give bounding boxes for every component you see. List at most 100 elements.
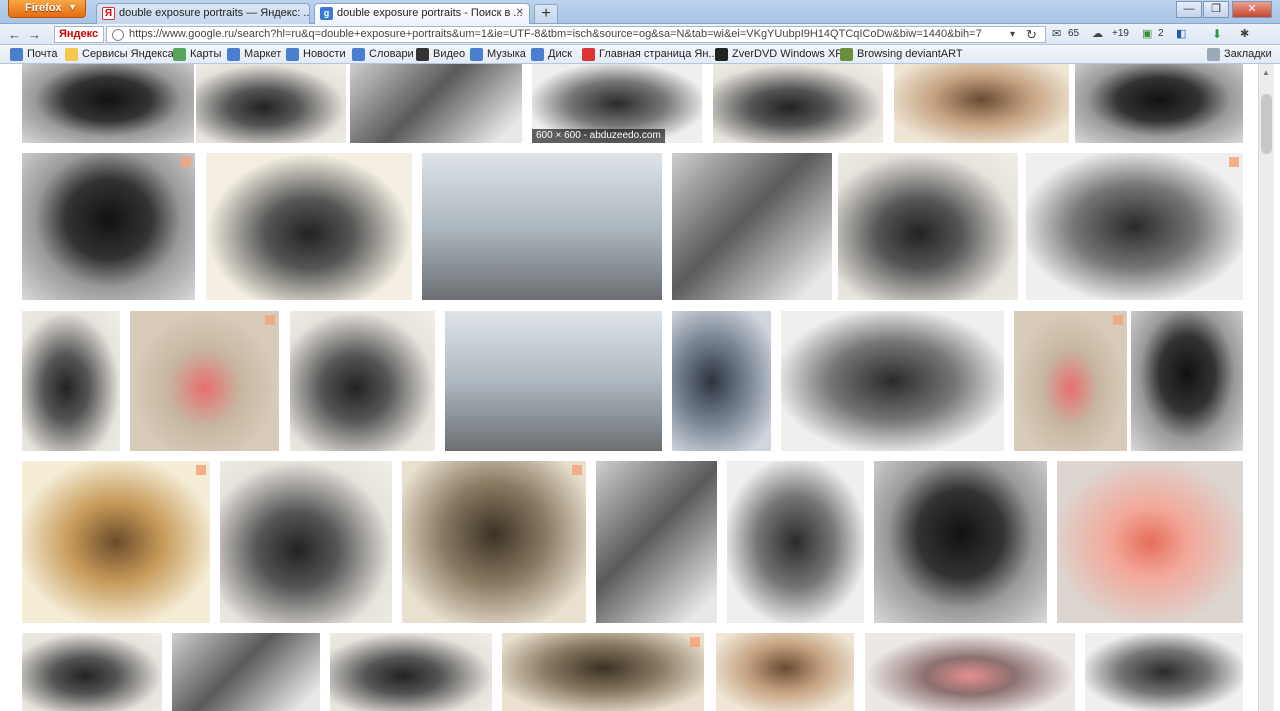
bookmark-disk[interactable]: Диск (531, 48, 572, 61)
mail-icon[interactable]: ✉ (1052, 27, 1061, 42)
image-result[interactable] (894, 64, 1069, 143)
image-result[interactable] (22, 153, 195, 300)
bookmark-music[interactable]: Музыка (470, 48, 526, 61)
image-result[interactable] (445, 311, 662, 451)
tab-google-images[interactable]: g double exposure portraits - Поиск в ..… (314, 3, 530, 24)
minimize-button[interactable]: — (1176, 1, 1202, 18)
source-badge (181, 157, 191, 167)
image-result[interactable] (874, 461, 1047, 623)
image-result[interactable] (130, 311, 279, 451)
bookmark-services[interactable]: Сервисы Яндекса (65, 48, 174, 61)
bookmark-yandex-home[interactable]: Главная страница Ян... (582, 48, 718, 61)
forward-arrow-icon[interactable]: → (28, 27, 41, 42)
mail-icon (10, 48, 23, 61)
image-result[interactable] (22, 461, 210, 623)
image-result[interactable] (727, 461, 864, 623)
tab-title: double exposure portraits — Яндекс: ... (119, 7, 310, 19)
url-bar[interactable]: https://www.google.ru/search?hl=ru&q=dou… (106, 26, 1046, 43)
video-icon (416, 48, 429, 61)
image-result[interactable] (596, 461, 717, 623)
image-result[interactable] (1131, 311, 1243, 451)
scrollbar-thumb[interactable] (1261, 94, 1272, 154)
close-window-button[interactable]: ✕ (1232, 1, 1272, 18)
image-result[interactable] (502, 633, 704, 711)
firefox-menu-button[interactable]: Firefox ▼ (8, 0, 86, 18)
maps-icon (173, 48, 186, 61)
tasks-icon[interactable]: ▣ (1142, 27, 1152, 42)
tools-icon[interactable]: ✱ (1240, 27, 1249, 42)
navigation-bar: ← → Яндекс https://www.google.ru/search?… (0, 24, 1280, 45)
image-result[interactable] (1057, 461, 1243, 623)
site-identity-icon[interactable] (112, 29, 124, 41)
news-icon (286, 48, 299, 61)
deviantart-icon (840, 48, 853, 61)
tasks-count: 2 (1158, 28, 1164, 39)
bookmark-maps[interactable]: Карты (173, 48, 221, 61)
source-badge (690, 637, 700, 647)
image-result[interactable] (350, 64, 522, 143)
dropdown-arrow-icon[interactable]: ▾ (1010, 27, 1015, 42)
scroll-up-icon[interactable]: ▲ (1262, 68, 1270, 77)
image-result[interactable] (22, 64, 194, 143)
image-result[interactable] (865, 633, 1075, 711)
image-result[interactable] (330, 633, 492, 711)
bookmark-mail[interactable]: Почта (10, 48, 58, 61)
image-result[interactable] (422, 153, 662, 300)
image-result[interactable] (22, 633, 162, 711)
image-size-caption: 600 × 600 - abduzeedo.com (532, 129, 665, 143)
reload-icon[interactable]: ↻ (1026, 27, 1037, 42)
vertical-scrollbar[interactable]: ▲ (1258, 64, 1274, 711)
dictionary-icon (352, 48, 365, 61)
image-result[interactable]: 600 × 600 - abduzeedo.com (532, 64, 702, 143)
image-result[interactable] (672, 311, 771, 451)
bookmark-market[interactable]: Маркет (227, 48, 281, 61)
tab-yandex-search[interactable]: Я double exposure portraits — Яндекс: ..… (96, 3, 310, 24)
bookmark-label: Словари (369, 48, 414, 60)
image-result[interactable] (672, 153, 832, 300)
image-result[interactable] (220, 461, 392, 623)
image-result[interactable] (716, 633, 854, 711)
image-result[interactable] (1026, 153, 1243, 300)
bookmarks-menu[interactable]: Закладки (1207, 48, 1272, 61)
bookmark-label: Диск (548, 48, 572, 60)
url-text: https://www.google.ru/search?hl=ru&q=dou… (129, 28, 982, 40)
disk-icon (531, 48, 544, 61)
image-result[interactable] (781, 311, 1004, 451)
yandex-icon (582, 48, 595, 61)
yandex-search-box[interactable]: Яндекс (54, 26, 104, 43)
image-result[interactable] (402, 461, 586, 623)
bookmark-dictionaries[interactable]: Словари (352, 48, 414, 61)
image-result[interactable] (172, 633, 320, 711)
image-result[interactable] (713, 64, 883, 143)
restore-button[interactable]: ❐ (1203, 1, 1229, 18)
weather-icon[interactable]: ☁ (1092, 27, 1103, 42)
image-result[interactable] (196, 64, 346, 143)
close-icon[interactable]: ✕ (516, 7, 524, 18)
image-result[interactable] (1085, 633, 1243, 711)
tab-title: double exposure portraits - Поиск в ... (337, 7, 523, 19)
market-icon (227, 48, 240, 61)
bookmark-label: Музыка (487, 48, 526, 60)
back-arrow-icon[interactable]: ← (8, 27, 21, 42)
bookmark-zverdvd[interactable]: ZverDVD Windows XP (715, 48, 843, 61)
image-result[interactable] (290, 311, 435, 451)
bookmark-deviantart[interactable]: Browsing deviantART (840, 48, 963, 61)
download-icon[interactable]: ⬇ (1212, 27, 1222, 42)
bookmark-video[interactable]: Видео (416, 48, 466, 61)
bookmark-label: Видео (433, 48, 466, 60)
image-result[interactable] (206, 153, 412, 300)
image-result[interactable] (838, 153, 1018, 300)
bookmark-service-icon[interactable]: ◧ (1176, 27, 1186, 42)
new-tab-button[interactable]: + (534, 4, 558, 23)
page-icon (715, 48, 728, 61)
image-result[interactable] (22, 311, 120, 451)
source-badge (572, 465, 582, 475)
bookmark-label: Новости (303, 48, 346, 60)
image-results: 600 × 600 - abduzeedo.com (0, 64, 1258, 711)
mail-count: 65 (1068, 28, 1080, 39)
image-result[interactable] (1014, 311, 1127, 451)
bookmarks-bar: Почта Сервисы Яндекса Карты Маркет Новос… (0, 45, 1280, 64)
image-result[interactable] (1075, 64, 1243, 143)
yandex-icon: Я (102, 7, 115, 20)
bookmark-news[interactable]: Новости (286, 48, 346, 61)
